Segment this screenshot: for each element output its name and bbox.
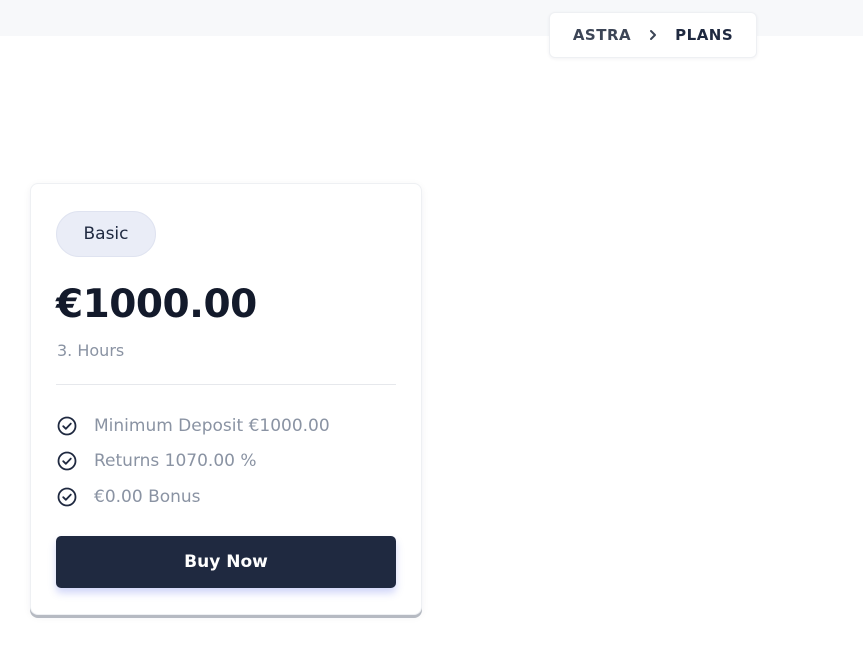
- chevron-right-icon: [650, 30, 657, 40]
- divider: [56, 384, 396, 385]
- plan-price: €1000.00: [56, 282, 257, 327]
- breadcrumb-item-plans: PLANS: [675, 26, 734, 44]
- feature-label: Returns 1070.00 %: [94, 451, 257, 472]
- feature-label: €0.00 Bonus: [94, 486, 201, 507]
- plan-badge: Basic: [56, 211, 156, 257]
- check-circle-icon: [57, 416, 77, 436]
- feature-list: Minimum Deposit €1000.00 Returns 1070.00…: [56, 408, 330, 515]
- feature-item: Returns 1070.00 %: [56, 444, 330, 480]
- plan-card: Basic €1000.00 3. Hours Minimum Deposit …: [30, 183, 422, 615]
- breadcrumb-item-astra[interactable]: ASTRA: [573, 26, 631, 44]
- breadcrumb: ASTRA PLANS: [549, 12, 757, 58]
- plan-duration: 3. Hours: [57, 341, 125, 360]
- feature-item: Minimum Deposit €1000.00: [56, 408, 330, 444]
- feature-label: Minimum Deposit €1000.00: [94, 415, 330, 436]
- check-circle-icon: [57, 451, 77, 471]
- check-circle-icon: [57, 487, 77, 507]
- buy-now-button[interactable]: Buy Now: [56, 536, 396, 588]
- feature-item: €0.00 Bonus: [56, 479, 330, 515]
